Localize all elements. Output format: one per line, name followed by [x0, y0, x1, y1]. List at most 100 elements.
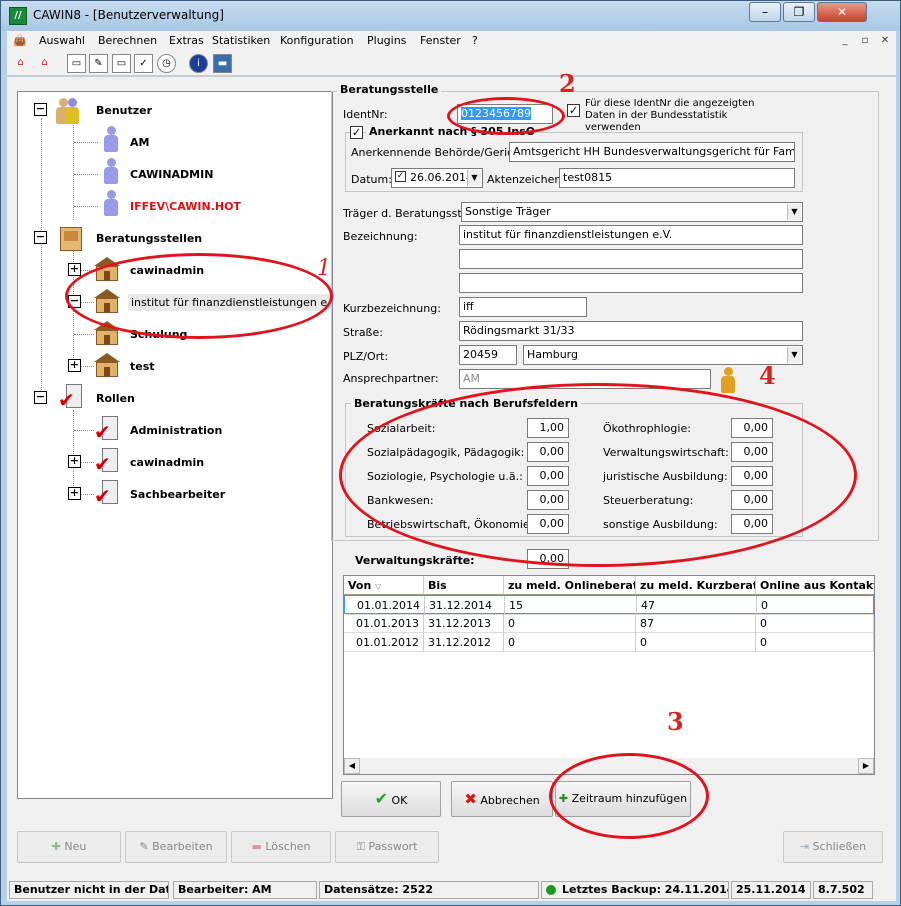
passwort-button[interactable]: ⚿ Passwort — [335, 831, 439, 863]
bundesstatistik-label: Für diese IdentNr die angezeigten Daten … — [585, 98, 755, 133]
plz-field[interactable]: 20459 — [459, 345, 517, 365]
window-title: CAWIN8 - [Benutzerverwaltung] — [33, 8, 224, 22]
menu-konfiguration[interactable]: Konfiguration — [280, 34, 354, 47]
status-bar: Benutzer nicht in der Daten Bearbeiter: … — [7, 879, 896, 901]
annotation-ellipse-2 — [447, 97, 565, 135]
expander-stelle-test[interactable]: + — [68, 359, 81, 372]
schliessen-button[interactable]: ⇥ Schließen — [783, 831, 883, 863]
user-iffev-icon — [104, 190, 118, 216]
anerkannt-checkbox[interactable]: ✓ — [350, 126, 363, 139]
role-icon: ✔ — [94, 414, 120, 442]
tree-node-benutzer[interactable]: Benutzer — [96, 104, 152, 117]
table-row[interactable]: 01.01.2014 31.12.2014 15 47 0 — [344, 595, 874, 615]
behoerde-field[interactable]: Amtsgericht HH Bundesverwaltungsgericht … — [509, 142, 795, 162]
scroll-right-arrow[interactable]: ▶ — [858, 758, 874, 774]
verwaltungskraefte-label: Verwaltungskräfte: — [355, 554, 475, 567]
menu-plugins[interactable]: Plugins — [367, 34, 406, 47]
menu-bar: 👜 Auswahl Berechnen Extras Statistiken K… — [7, 31, 896, 51]
strasse-field[interactable]: Rödingsmarkt 31/33 — [459, 321, 803, 341]
tree-role-administration[interactable]: Administration — [130, 424, 222, 437]
status-message: Benutzer nicht in der Daten — [9, 881, 169, 899]
col-header-bis[interactable]: Bis — [424, 576, 504, 595]
tree-node-beratungsstellen[interactable]: Beratungsstellen — [96, 232, 202, 245]
kurzbezeichnung-field[interactable]: iff — [459, 297, 587, 317]
edit-doc-icon[interactable]: ✎ — [89, 54, 108, 73]
cell: 01.01.2014 — [345, 596, 425, 615]
menu-auswahl[interactable]: Auswahl — [39, 34, 85, 47]
plz-label: PLZ/Ort: — [343, 350, 389, 363]
clock-icon[interactable]: ◷ — [157, 54, 176, 73]
expander-benutzer[interactable]: − — [34, 103, 47, 116]
tree-stelle-test[interactable]: test — [130, 360, 155, 373]
mdi-close-button[interactable]: ✕ — [877, 34, 893, 48]
table-row[interactable]: 01.01.2012 31.12.2012 0 0 0 — [344, 633, 874, 652]
home-star-icon[interactable]: ⌂ — [35, 54, 54, 73]
zeitraum-table[interactable]: Von ▽ Bis zu meld. Onlineberat. zu meld.… — [343, 575, 875, 775]
cell: 01.01.2013 — [344, 614, 424, 633]
minus-icon: ▬ — [251, 840, 262, 853]
mdi-minimize-button[interactable]: _ — [837, 34, 853, 48]
expander-stelle-cawinadmin[interactable]: + — [68, 263, 81, 276]
status-date: 25.11.2014 — [731, 881, 811, 899]
menu-berechnen[interactable]: Berechnen — [98, 34, 157, 47]
annotation-number-3: 3 — [667, 707, 684, 736]
menu-icon: 👜 — [13, 34, 27, 47]
app-logo-icon: // — [9, 7, 27, 25]
datum-label: Datum: — [351, 173, 392, 186]
bezeichnung-field-2[interactable] — [459, 249, 803, 269]
expander-role-cawinadmin[interactable]: + — [68, 455, 81, 468]
check-icon: ✔ — [374, 789, 389, 808]
home-icon[interactable]: ⌂ — [11, 54, 30, 73]
close-button[interactable]: ✕ — [817, 2, 867, 22]
card-2-icon[interactable]: ▭ — [112, 54, 131, 73]
info-icon[interactable]: i — [189, 54, 208, 73]
menu-help[interactable]: ? — [472, 34, 478, 47]
loeschen-button[interactable]: ▬ Löschen — [231, 831, 331, 863]
tree-role-sachbearbeiter[interactable]: Sachbearbeiter — [130, 488, 225, 501]
col-header-onlineberat[interactable]: zu meld. Onlineberat. — [504, 576, 636, 595]
menu-statistiken[interactable]: Statistiken — [212, 34, 270, 47]
col-header-online-kontakte[interactable]: Online aus Kontakte — [756, 576, 874, 595]
monitor-icon[interactable]: ▬ — [213, 54, 232, 73]
scroll-left-arrow[interactable]: ◀ — [344, 758, 360, 774]
expander-role-sachbearbeiter[interactable]: + — [68, 487, 81, 500]
tree-user-iffev[interactable]: IFFEV\CAWIN.HOT — [130, 200, 241, 213]
neu-button[interactable]: ✚ Neu — [17, 831, 121, 863]
title-bar[interactable]: // CAWIN8 - [Benutzerverwaltung] – ❐ ✕ — [1, 1, 900, 31]
cell: 01.01.2012 — [344, 633, 424, 652]
plus-icon: ✚ — [51, 840, 61, 853]
menu-extras[interactable]: Extras — [169, 34, 204, 47]
table-row[interactable]: 01.01.2013 31.12.2013 0 87 0 — [344, 614, 874, 633]
datum-field[interactable]: 26.06.2014 ✓ ▼ — [391, 168, 483, 188]
bearbeiten-button[interactable]: ✎ Bearbeiten — [125, 831, 227, 863]
maximize-button[interactable]: ❐ — [783, 2, 815, 22]
tree-node-rollen[interactable]: Rollen — [96, 392, 135, 405]
checklist-icon[interactable]: ✓ — [134, 54, 153, 73]
tree-role-cawinadmin[interactable]: cawinadmin — [130, 456, 204, 469]
expander-beratungsstellen[interactable]: − — [34, 231, 47, 244]
tree-user-am[interactable]: AM — [130, 136, 149, 149]
abbrechen-button[interactable]: ✖ Abbrechen — [451, 781, 553, 817]
bezeichnung-field[interactable]: institut für finanzdienstleistungen e.V. — [459, 225, 803, 245]
bezeichnung-field-3[interactable] — [459, 273, 803, 293]
rollen-icon: ✔ — [58, 382, 84, 410]
bundesstatistik-checkbox[interactable]: ✓ — [567, 104, 580, 117]
menu-fenster[interactable]: Fenster — [420, 34, 461, 47]
expander-rollen[interactable]: − — [34, 391, 47, 404]
minimize-button[interactable]: – — [749, 2, 781, 22]
backup-status-icon — [546, 885, 556, 895]
card-icon[interactable]: ▭ — [67, 54, 86, 73]
aktenzeichen-label: Aktenzeichen: — [487, 173, 566, 186]
traeger-select[interactable]: Sonstige Träger ▼ — [461, 202, 803, 222]
ansprechpartner-user-icon[interactable] — [721, 367, 735, 393]
tree-user-cawinadmin[interactable]: CAWINADMIN — [130, 168, 213, 181]
annotation-number-2: 2 — [559, 69, 576, 98]
col-header-von[interactable]: Von ▽ — [344, 576, 424, 595]
cell: 87 — [636, 614, 756, 633]
mdi-restore-button[interactable]: ▫ — [857, 34, 873, 48]
tree-view[interactable]: − Benutzer AM CAWINADMIN IFFEV\CAWIN.HOT… — [17, 91, 333, 799]
aktenzeichen-field[interactable]: test0815 — [559, 168, 795, 188]
ok-button[interactable]: ✔ OK — [341, 781, 441, 817]
cell: 31.12.2013 — [424, 614, 504, 633]
col-header-kurzberat[interactable]: zu meld. Kurzberat. — [636, 576, 756, 595]
